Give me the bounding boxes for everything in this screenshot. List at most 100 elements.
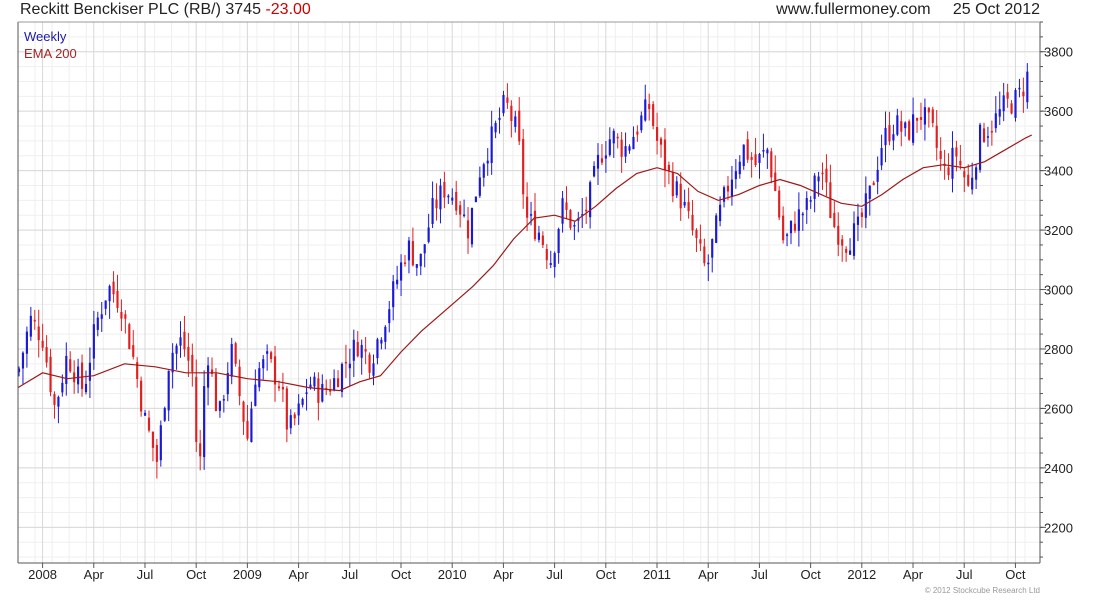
candle-body (132, 345, 135, 357)
candle-body (1014, 90, 1017, 118)
candle-body (659, 138, 663, 145)
candle-body (399, 262, 403, 281)
candle-body (789, 220, 793, 234)
candle-body (797, 209, 800, 231)
x-tick-label: Apr (493, 567, 514, 582)
candle-body (313, 376, 316, 387)
candle-body (963, 171, 966, 178)
candle-body (671, 172, 674, 197)
candle-body (557, 229, 560, 253)
candle-body (719, 204, 722, 222)
candle-body (1010, 103, 1013, 114)
candle-body (230, 344, 233, 377)
candle-body (61, 382, 64, 393)
candle-body (474, 196, 477, 202)
candle-body (652, 104, 655, 126)
candle-body (774, 172, 777, 192)
candle-body (947, 167, 950, 176)
candle-body (868, 185, 871, 199)
candle-body (301, 399, 304, 405)
y-tick-label: 2400 (1044, 461, 1073, 476)
candle-body (372, 363, 375, 376)
candle-body (912, 114, 915, 143)
x-tick-label: Jul (546, 567, 563, 582)
candle-body (856, 216, 860, 225)
candle-body (37, 326, 40, 341)
candle-body (21, 352, 25, 369)
copyright-notice: © 2012 Stockcube Research Ltd (924, 586, 1040, 595)
candle-body (116, 290, 119, 308)
candle-body (470, 207, 474, 245)
candle-body (533, 210, 537, 240)
candle-body (529, 214, 533, 216)
candle-body (931, 109, 934, 123)
candle-body (569, 210, 572, 228)
candle-body (77, 366, 80, 385)
candle-body (971, 177, 974, 190)
legend-ema-200: EMA 200 (24, 46, 77, 61)
candle-body (600, 158, 604, 163)
candle-body (592, 165, 596, 177)
candle-body (33, 319, 36, 322)
candle-body (793, 223, 797, 231)
candle-body (431, 198, 434, 224)
candle-body (541, 235, 544, 246)
candle-body (675, 181, 678, 196)
candle-body (833, 212, 836, 227)
candle-body (336, 378, 340, 388)
candle-body (837, 226, 840, 245)
candle-body (41, 340, 44, 348)
candle-body (565, 202, 568, 210)
candle-body (829, 182, 832, 218)
candle-body (84, 383, 88, 393)
candle-body (628, 146, 631, 151)
candle-body (549, 263, 552, 265)
candle-body (738, 161, 741, 175)
candle-body (620, 139, 623, 157)
y-tick-label: 3000 (1044, 283, 1073, 298)
candle-body (65, 355, 68, 385)
y-tick-label: 2200 (1044, 520, 1073, 535)
candle-body (187, 346, 190, 361)
candle-body (939, 150, 942, 159)
candle-body (45, 347, 48, 363)
candle-body (490, 126, 493, 164)
candle-body (80, 362, 84, 389)
x-tick-label: Apr (903, 567, 924, 582)
candle-body (108, 286, 111, 302)
candle-body (340, 363, 344, 392)
candle-body (951, 147, 954, 179)
candle-body (904, 122, 907, 129)
legend-weekly: Weekly (24, 29, 67, 44)
candle-body (553, 253, 556, 268)
candle-body (423, 244, 426, 254)
candle-body (143, 412, 147, 416)
candle-body (100, 314, 103, 319)
candle-body (766, 149, 769, 154)
candle-body (380, 339, 383, 344)
candle-body (915, 117, 919, 121)
candle-body (785, 234, 789, 236)
candle-body (498, 117, 501, 120)
candle-body (750, 157, 753, 160)
candle-body (612, 130, 615, 144)
candle-body (364, 349, 367, 352)
candle-body (510, 105, 513, 121)
y-tick-label: 3600 (1044, 104, 1073, 119)
candle-body (726, 185, 730, 192)
candle-body (140, 380, 143, 412)
candle-body (860, 212, 863, 217)
candle-body (388, 309, 391, 324)
candle-body (376, 339, 379, 359)
candle-body (163, 408, 166, 421)
candle-body (447, 195, 450, 198)
candle-body (368, 354, 371, 373)
candle-body (955, 147, 958, 157)
candle-body (214, 373, 218, 412)
candle-body (273, 356, 277, 385)
candle-body (711, 239, 714, 258)
candle-body (297, 403, 300, 416)
candle-body (923, 107, 926, 125)
ema-200-line (17, 134, 1033, 392)
candle-body (403, 262, 407, 264)
